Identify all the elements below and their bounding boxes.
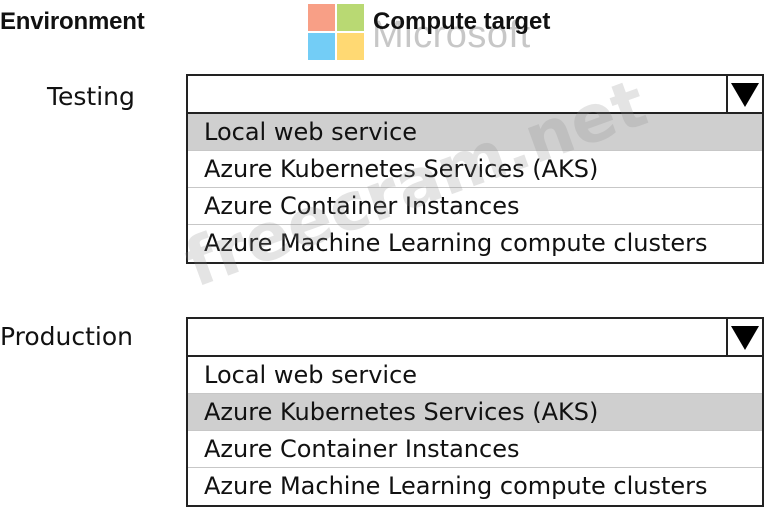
testing-option-aml-compute-clusters[interactable]: Azure Machine Learning compute clusters (188, 225, 762, 262)
testing-compute-dropdown[interactable] (186, 74, 764, 114)
logo-green-square (337, 4, 364, 31)
logo-yellow-square (337, 33, 364, 60)
microsoft-logo-icon (308, 4, 364, 60)
production-compute-dropdown[interactable] (186, 317, 764, 357)
logo-blue-square (308, 33, 335, 60)
environment-header: Environment (0, 8, 145, 35)
testing-option-aks[interactable]: Azure Kubernetes Services (AKS) (188, 151, 762, 188)
compute-target-header: Compute target (373, 8, 551, 35)
dropdown-arrow-icon[interactable] (726, 319, 762, 355)
production-label: Production (0, 322, 134, 351)
production-option-aci[interactable]: Azure Container Instances (188, 431, 762, 468)
testing-option-local-web-service[interactable]: Local web service (188, 114, 762, 151)
dropdown-arrow-icon[interactable] (726, 76, 762, 112)
production-option-aml-compute-clusters[interactable]: Azure Machine Learning compute clusters (188, 468, 762, 505)
production-option-local-web-service[interactable]: Local web service (188, 357, 762, 394)
production-options-list: Local web service Azure Kubernetes Servi… (186, 357, 764, 507)
production-option-aks[interactable]: Azure Kubernetes Services (AKS) (188, 394, 762, 431)
testing-label: Testing (47, 82, 135, 111)
testing-option-aci[interactable]: Azure Container Instances (188, 188, 762, 225)
testing-options-list: Local web service Azure Kubernetes Servi… (186, 114, 764, 264)
logo-red-square (308, 4, 335, 31)
